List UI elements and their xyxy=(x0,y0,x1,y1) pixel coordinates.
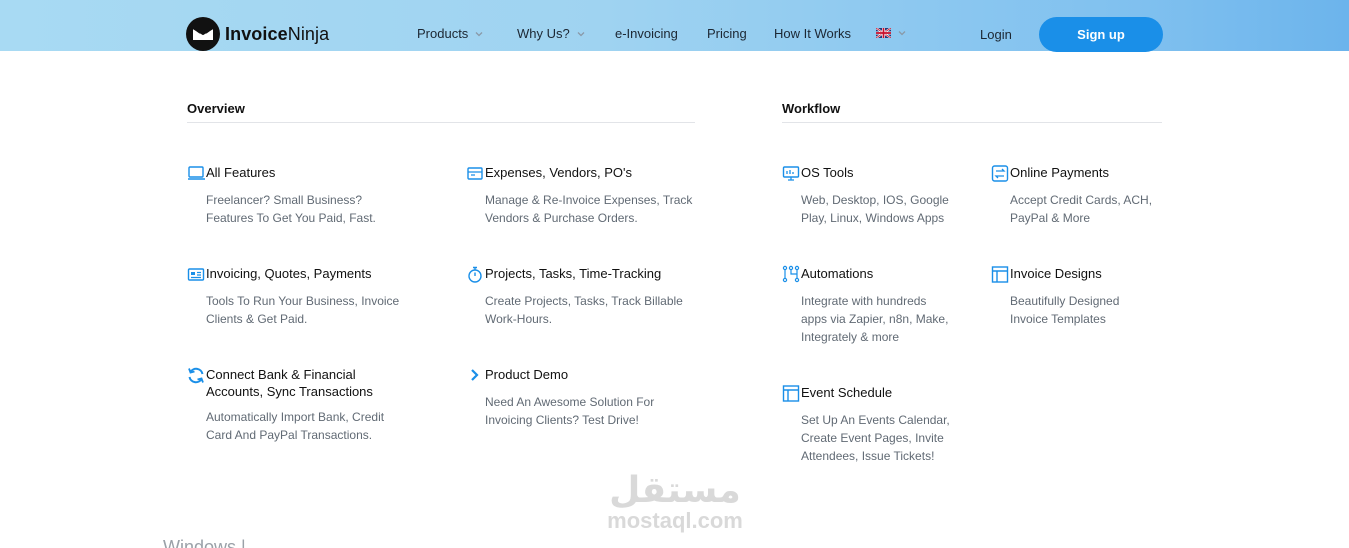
nav-products-label: Products xyxy=(417,26,469,41)
feature-connect-bank[interactable]: Connect Bank & Financial Accounts, Sync … xyxy=(187,366,384,444)
feature-desc-line: apps via Zapier, n8n, Make, xyxy=(801,312,949,326)
workflow-title: Workflow xyxy=(782,101,841,116)
monitor-icon xyxy=(782,166,800,181)
nav-how-it-works[interactable]: How It Works xyxy=(774,26,851,41)
feature-desc-line: Automatically Import Bank, Credit xyxy=(206,410,385,424)
feature-desc-line: Invoicing Clients? Test Drive! xyxy=(485,413,639,427)
nav-pricing[interactable]: Pricing xyxy=(707,26,747,41)
logo-text-regular: Ninja xyxy=(287,23,330,44)
feature-title: Invoicing, Quotes, Payments xyxy=(206,266,372,281)
layout-icon xyxy=(991,266,1009,283)
chevron-down-icon xyxy=(577,31,585,36)
feature-desc-line: Tools To Run Your Business, Invoice xyxy=(206,294,400,308)
feature-expenses[interactable]: Expenses, Vendors, PO's Manage & Re-Invo… xyxy=(466,164,692,227)
partial-bottom-text: Windows | ... xyxy=(163,537,266,548)
site-header: InvoiceNinja Products Why Us? e-Invoicin… xyxy=(0,0,1349,52)
overview-divider xyxy=(187,122,695,123)
calendar-layout-icon xyxy=(782,385,800,402)
watermark-latin: mostaql.com xyxy=(607,508,743,533)
feature-title: Projects, Tasks, Time-Tracking xyxy=(485,266,662,281)
language-selector[interactable] xyxy=(876,28,907,38)
uk-flag-icon xyxy=(876,28,891,38)
workflow-divider xyxy=(782,122,1162,123)
nav-why-us-label: Why Us? xyxy=(517,26,570,41)
feature-desc-line: Card And PayPal Transactions. xyxy=(206,428,373,442)
feature-desc-line: Set Up An Events Calendar, xyxy=(801,413,950,427)
feature-title: All Features xyxy=(206,165,276,180)
chevron-down-icon xyxy=(475,31,483,36)
feature-projects[interactable]: Projects, Tasks, Time-Tracking Create Pr… xyxy=(466,265,683,328)
nav-pricing-label: Pricing xyxy=(707,26,747,41)
feature-title-line: Accounts, Sync Transactions xyxy=(206,384,373,399)
chevron-right-icon xyxy=(471,369,479,381)
overview-title: Overview xyxy=(187,101,245,116)
feature-desc-line: Create Event Pages, Invite xyxy=(801,431,944,445)
nav-why-us[interactable]: Why Us? xyxy=(517,26,586,41)
feature-online-payments[interactable]: Online Payments Accept Credit Cards, ACH… xyxy=(991,164,1152,227)
nav-e-invoicing[interactable]: e-Invoicing xyxy=(615,26,678,41)
feature-os-tools[interactable]: OS Tools Web, Desktop, IOS, Google Play,… xyxy=(782,164,949,227)
feature-desc-line: Beautifully Designed xyxy=(1010,294,1120,308)
sync-icon xyxy=(188,367,204,384)
feature-desc-line: Web, Desktop, IOS, Google xyxy=(801,193,949,207)
nav-e-invoicing-label: e-Invoicing xyxy=(615,26,678,41)
feature-desc-line: Clients & Get Paid. xyxy=(206,312,308,326)
nav-how-it-works-label: How It Works xyxy=(774,26,852,41)
feature-desc-line: Work-Hours. xyxy=(485,312,553,326)
feature-title: Automations xyxy=(801,266,874,281)
feature-desc-line: Need An Awesome Solution For xyxy=(485,395,655,409)
feature-event-schedule[interactable]: Event Schedule Set Up An Events Calendar… xyxy=(782,384,950,465)
feature-all-features[interactable]: All Features Freelancer? Small Business?… xyxy=(187,164,376,227)
workflow-icon xyxy=(782,265,800,283)
feature-desc-line: Attendees, Issue Tickets! xyxy=(801,449,935,463)
feature-title: Online Payments xyxy=(1010,165,1109,180)
logo-text-bold: Invoice xyxy=(225,23,288,44)
feature-desc-line: Manage & Re-Invoice Expenses, Track xyxy=(485,193,693,207)
sign-up-button[interactable]: Sign up xyxy=(1039,17,1163,52)
watermark-arabic: مستقل xyxy=(609,469,741,510)
feature-desc-line: Invoice Templates xyxy=(1010,312,1106,326)
feature-desc-line: Play, Linux, Windows Apps xyxy=(801,211,945,225)
feature-title-line: Connect Bank & Financial xyxy=(206,367,356,382)
feature-desc-line: Accept Credit Cards, ACH, xyxy=(1010,193,1153,207)
feature-invoicing[interactable]: Invoicing, Quotes, Payments Tools To Run… xyxy=(187,265,399,328)
feature-invoice-designs[interactable]: Invoice Designs Beautifully Designed Inv… xyxy=(991,265,1119,328)
login-link[interactable]: Login xyxy=(980,27,1012,42)
id-card-icon xyxy=(187,268,205,281)
feature-title: OS Tools xyxy=(801,165,854,180)
feature-title: Expenses, Vendors, PO's xyxy=(485,165,633,180)
laptop-icon xyxy=(188,166,205,180)
nav-products[interactable]: Products xyxy=(417,26,484,41)
stopwatch-icon xyxy=(468,266,482,283)
mostaql-watermark: مستقل mostaql.com xyxy=(600,470,750,532)
feature-desc-line: Create Projects, Tasks, Track Billable xyxy=(485,294,683,308)
feature-automations[interactable]: Automations Integrate with hundreds apps… xyxy=(782,265,948,346)
feature-desc-line: Vendors & Purchase Orders. xyxy=(485,211,638,225)
feature-title: Invoice Designs xyxy=(1010,266,1102,281)
chevron-down-icon xyxy=(898,31,906,36)
feature-desc-line: Integrate with hundreds xyxy=(801,294,927,308)
feature-desc-line: Integrately & more xyxy=(801,330,900,344)
feature-product-demo[interactable]: Product Demo Need An Awesome Solution Fo… xyxy=(466,366,654,429)
feature-desc-line: Features To Get You Paid, Fast. xyxy=(206,211,376,225)
invoice-ninja-logo[interactable]: InvoiceNinja xyxy=(186,17,329,51)
feature-title: Product Demo xyxy=(485,367,569,382)
exchange-icon xyxy=(991,165,1009,182)
receipt-icon xyxy=(467,167,483,180)
feature-desc-line: PayPal & More xyxy=(1010,211,1091,225)
feature-desc-line: Freelancer? Small Business? xyxy=(206,193,363,207)
ninja-logo-icon xyxy=(186,17,220,51)
feature-title: Event Schedule xyxy=(801,385,893,400)
